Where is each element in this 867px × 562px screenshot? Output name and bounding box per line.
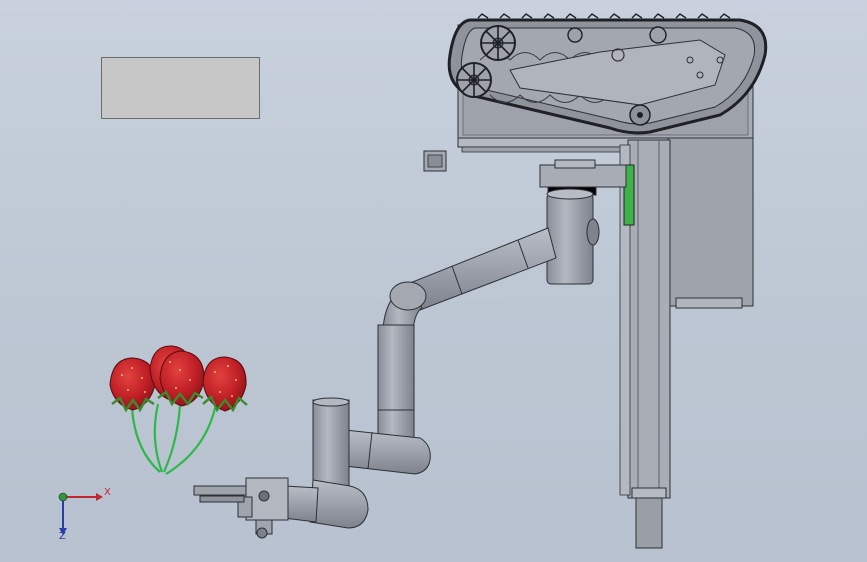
coordinate-triad	[58, 492, 103, 535]
rail-housing	[667, 137, 754, 309]
camera	[255, 519, 273, 539]
cad-viewport[interactable]: X Z	[0, 0, 867, 562]
idler-wheel	[629, 104, 651, 126]
z-axis-label: Z	[59, 531, 66, 542]
tracked-chassis[interactable]	[447, 13, 768, 153]
shoulder-joint[interactable]	[539, 159, 627, 285]
strawberry	[202, 356, 248, 413]
upper-arm-tube[interactable]	[409, 227, 557, 311]
bracket	[423, 150, 447, 172]
end-effector-gripper[interactable]	[193, 477, 289, 521]
strawberry	[109, 357, 156, 413]
strawberry-cluster[interactable]	[109, 345, 248, 475]
drive-wheel-lower	[456, 62, 492, 98]
elbow-joint[interactable]	[382, 281, 427, 331]
drive-wheel-upper	[480, 25, 516, 61]
forearm-tube[interactable]	[377, 324, 415, 441]
assembly-drawing	[58, 13, 768, 549]
y-axis-dot	[58, 492, 68, 502]
x-axis-label: X	[104, 487, 111, 498]
